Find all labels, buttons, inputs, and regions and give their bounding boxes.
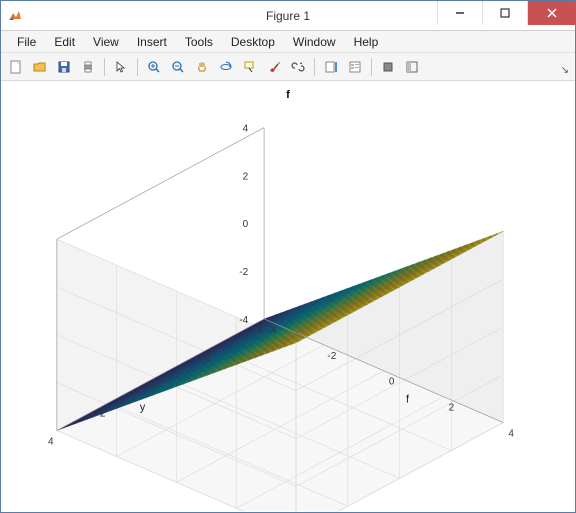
svg-text:2: 2 [449, 403, 455, 414]
colorbar-icon[interactable] [320, 56, 342, 78]
menu-help[interactable]: Help [346, 33, 387, 51]
menu-file[interactable]: File [9, 33, 44, 51]
separator [137, 58, 138, 76]
menu-window[interactable]: Window [285, 33, 344, 51]
datacursor-icon[interactable] [239, 56, 261, 78]
svg-text:0: 0 [243, 219, 249, 230]
axes-3d[interactable]: f -4-2024-4-2024-4-2024yf [1, 81, 575, 512]
menu-desktop[interactable]: Desktop [223, 33, 283, 51]
hide-tools-icon[interactable] [377, 56, 399, 78]
svg-text:-4: -4 [239, 315, 248, 326]
titlebar: Figure 1 [1, 1, 575, 31]
pointer-icon[interactable] [110, 56, 132, 78]
svg-text:4: 4 [48, 436, 54, 447]
separator [371, 58, 372, 76]
surface-plot: -4-2024-4-2024-4-2024yf [1, 81, 575, 512]
svg-text:2: 2 [100, 409, 106, 420]
menu-edit[interactable]: Edit [46, 33, 83, 51]
svg-text:-4: -4 [254, 325, 263, 336]
svg-text:0: 0 [152, 381, 158, 392]
menu-view[interactable]: View [85, 33, 127, 51]
separator [104, 58, 105, 76]
svg-text:0: 0 [389, 377, 395, 388]
svg-text:-2: -2 [239, 267, 248, 278]
print-icon[interactable] [77, 56, 99, 78]
svg-text:-2: -2 [327, 351, 336, 362]
legend-icon[interactable] [344, 56, 366, 78]
window-controls [437, 1, 575, 30]
close-button[interactable] [527, 1, 575, 25]
minimize-button[interactable] [437, 1, 482, 25]
zoom-out-icon[interactable] [167, 56, 189, 78]
toolbar [1, 53, 575, 81]
dock-arrow-icon[interactable]: ↘ [561, 65, 569, 76]
menu-tools[interactable]: Tools [177, 33, 221, 51]
svg-text:4: 4 [243, 124, 249, 135]
menubar: File Edit View Insert Tools Desktop Wind… [1, 31, 575, 53]
zoom-in-icon[interactable] [143, 56, 165, 78]
dock-icon[interactable] [401, 56, 423, 78]
svg-text:-4: -4 [268, 325, 277, 336]
brush-icon[interactable] [263, 56, 285, 78]
svg-text:y: y [140, 402, 146, 414]
separator [314, 58, 315, 76]
new-figure-icon[interactable] [5, 56, 27, 78]
maximize-button[interactable] [482, 1, 527, 25]
svg-text:4: 4 [508, 429, 514, 440]
open-icon[interactable] [29, 56, 51, 78]
pan-icon[interactable] [191, 56, 213, 78]
rotate3d-icon[interactable] [215, 56, 237, 78]
svg-text:-2: -2 [202, 353, 211, 364]
matlab-icon [7, 8, 23, 24]
menu-insert[interactable]: Insert [129, 33, 175, 51]
svg-text:2: 2 [243, 171, 249, 182]
link-icon[interactable] [287, 56, 309, 78]
save-icon[interactable] [53, 56, 75, 78]
